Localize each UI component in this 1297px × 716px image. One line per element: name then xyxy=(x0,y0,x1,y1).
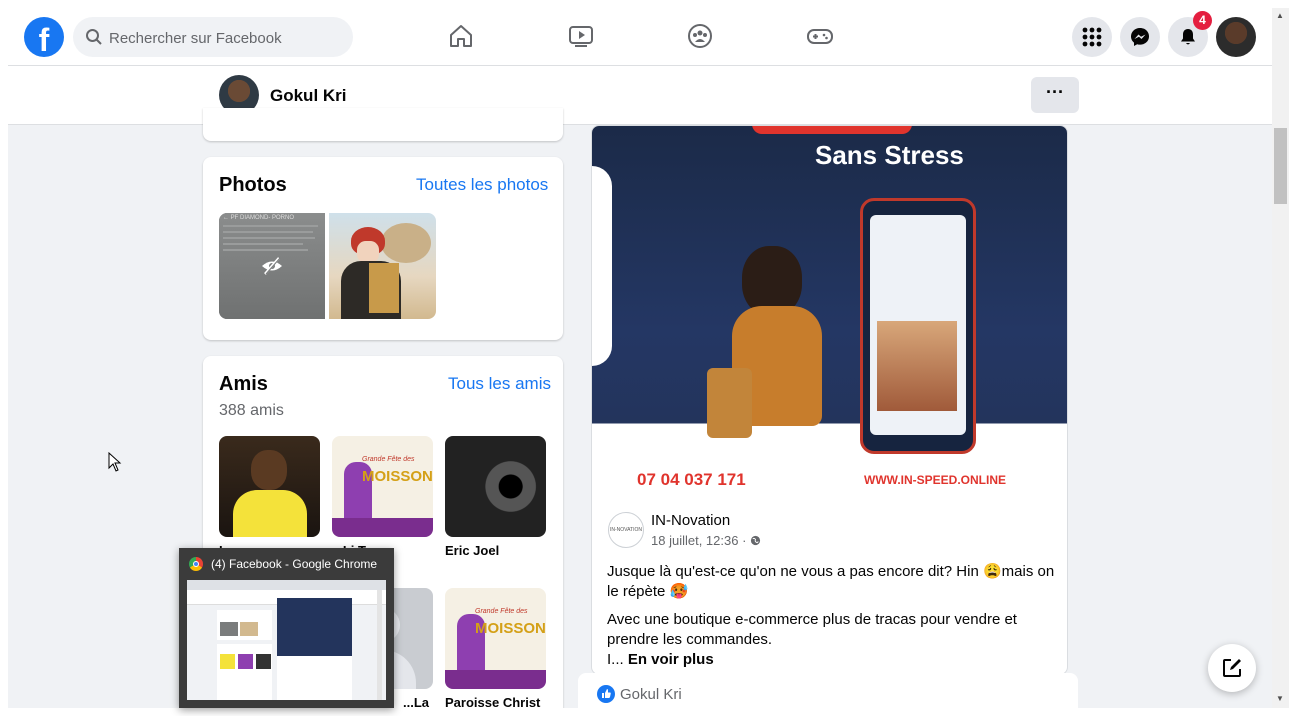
hidden-eye-icon xyxy=(262,257,282,275)
taskbar-window-preview[interactable]: (4) Facebook - Google Chrome xyxy=(179,548,394,708)
new-message-button[interactable] xyxy=(1208,644,1256,692)
friend-name-5[interactable]: Paroisse Christ xyxy=(445,695,540,708)
post-text-truncated: I... xyxy=(607,651,628,668)
photo-thumbnail-cosplay[interactable] xyxy=(329,213,436,319)
poster-subtitle-2: Grande Fête des xyxy=(475,608,528,615)
messenger-icon xyxy=(1131,28,1149,46)
video-watch-icon[interactable] xyxy=(567,22,595,50)
all-friends-link[interactable]: Tous les amis xyxy=(448,374,551,394)
window-preview-title: (4) Facebook - Google Chrome xyxy=(211,557,378,571)
post-text-paragraph-2: Avec une boutique e-commerce plus de tra… xyxy=(607,611,1017,648)
messenger-button[interactable] xyxy=(1120,17,1160,57)
mouse-cursor-icon xyxy=(108,452,122,472)
gaming-icon[interactable] xyxy=(806,22,834,50)
post-image-website: WWW.IN-SPEED.ONLINE xyxy=(864,473,1006,487)
page-avatar[interactable]: IN-NOVATION xyxy=(608,512,644,548)
post-image[interactable]: Sans Stress 07 04 037 171 WWW.IN-SPEED.O… xyxy=(592,126,1067,498)
search-input[interactable] xyxy=(107,17,346,59)
poster-title-2: MOISSONS xyxy=(475,620,546,637)
grid-menu-icon xyxy=(1082,27,1102,47)
intro-card-partial xyxy=(203,108,563,141)
profile-name[interactable]: Gokul Kri xyxy=(270,86,347,106)
scroll-down-arrow[interactable]: ▼ xyxy=(1276,694,1284,703)
poster-title-1: MOISSONS xyxy=(362,468,433,485)
search-box[interactable] xyxy=(73,17,353,59)
all-photos-link[interactable]: Toutes les photos xyxy=(416,175,548,195)
friend-name-3[interactable]: Eric Joel xyxy=(445,543,499,558)
friends-count: 388 amis xyxy=(219,402,284,419)
scroll-thumb[interactable] xyxy=(1274,128,1287,204)
photo-thumbnail-text: ← PF DIAMOND- PORNO xyxy=(223,215,295,221)
friend-photo-5[interactable]: Grande Fête des MOISSONS xyxy=(445,588,546,689)
more-options-button[interactable]: ··· xyxy=(1031,77,1079,113)
photo-thumbnail[interactable]: ← PF DIAMOND- PORNO xyxy=(219,213,325,319)
liker-name[interactable]: Gokul Kri xyxy=(620,686,682,703)
friends-title: Amis xyxy=(219,373,268,395)
bell-icon xyxy=(1181,29,1195,45)
friend-photo-3[interactable] xyxy=(445,436,546,537)
post-image-phone: 07 04 037 171 xyxy=(637,470,746,489)
post-author[interactable]: IN-Novation xyxy=(651,512,730,529)
see-more-link[interactable]: En voir plus xyxy=(628,651,714,668)
friend-photo-2[interactable]: Grande Fête des MOISSONS xyxy=(332,436,433,537)
friend-photo-1[interactable] xyxy=(219,436,320,537)
like-reaction-icon xyxy=(597,685,615,703)
facebook-logo[interactable]: f xyxy=(24,17,64,57)
compose-icon xyxy=(1223,659,1241,677)
post-text-paragraph-1: Jusque là qu'est-ce qu'on ne vous a pas … xyxy=(607,563,1055,600)
photos-title: Photos xyxy=(219,174,287,196)
photos-card: Photos Toutes les photos ← PF DIAMOND- P… xyxy=(203,157,563,340)
poster-subtitle-1: Grande Fête des xyxy=(362,456,415,463)
friend-name-4[interactable]: ...La xyxy=(403,695,429,708)
next-post-partial: Gokul Kri xyxy=(578,673,1078,708)
page-scrollbar[interactable]: ▲ ▼ xyxy=(1272,8,1289,708)
notification-badge: 4 xyxy=(1193,11,1212,30)
post-text-paragraph-3: I... En voir plus xyxy=(607,650,1057,670)
account-avatar[interactable] xyxy=(1216,17,1256,57)
post-caption: IN-NOVATION IN-Novation 18 juillet, 12:3… xyxy=(592,498,1067,674)
groups-icon[interactable] xyxy=(686,22,714,50)
window-preview-thumbnail[interactable] xyxy=(187,580,386,700)
profile-subheader: Gokul Kri ··· xyxy=(8,66,1272,125)
home-icon[interactable] xyxy=(447,22,475,50)
post-card: Sans Stress 07 04 037 171 WWW.IN-SPEED.O… xyxy=(591,125,1068,675)
phone-illustration xyxy=(860,198,976,454)
menu-button[interactable] xyxy=(1072,17,1112,57)
chrome-icon xyxy=(189,557,203,571)
top-navigation-bar: f Rechercher sur Facebook 4 xyxy=(8,8,1272,66)
search-icon xyxy=(86,29,102,45)
post-image-headline: Sans Stress xyxy=(815,140,964,170)
post-timestamp[interactable]: 18 juillet, 12:36 · xyxy=(651,533,761,548)
globe-icon xyxy=(750,535,761,546)
post-time-text: 18 juillet, 12:36 · xyxy=(651,533,751,548)
scroll-up-arrow[interactable]: ▲ xyxy=(1276,11,1284,20)
